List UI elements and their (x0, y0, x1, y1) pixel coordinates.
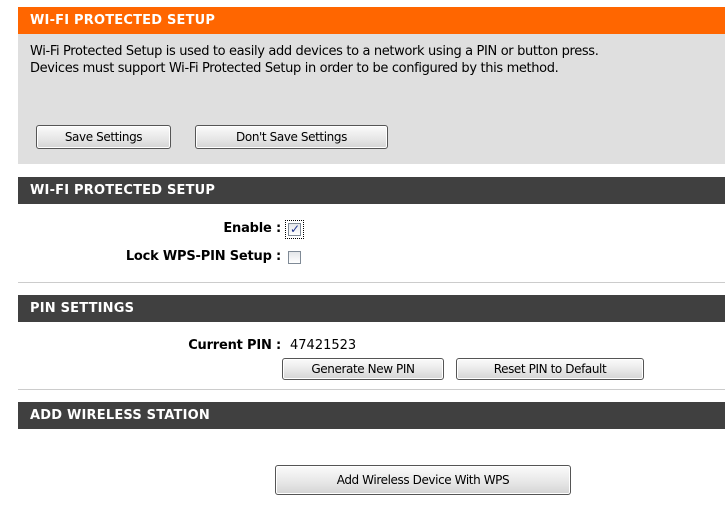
pin-settings-panel: PIN SETTINGS Current PIN : 47421523 Gene… (18, 295, 725, 390)
lock-wps-pin-checkbox[interactable] (288, 251, 301, 264)
pin-settings-header: PIN SETTINGS (18, 295, 725, 322)
intro-description: Wi-Fi Protected Setup is used to easily … (30, 43, 599, 77)
lock-wps-pin-label: Lock WPS-PIN Setup : (125, 249, 281, 264)
add-wireless-station-panel: ADD WIRELESS STATION Add Wireless Device… (18, 402, 725, 508)
current-pin-label: Current PIN : (188, 338, 281, 353)
save-settings-button[interactable]: Save Settings (36, 125, 171, 149)
wps-header: WI-FI PROTECTED SETUP (18, 177, 725, 204)
add-wireless-device-with-wps-button[interactable]: Add Wireless Device With WPS (275, 465, 571, 495)
intro-panel: WI-FI PROTECTED SETUP Wi-Fi Protected Se… (18, 7, 725, 164)
check-icon: ✓ (290, 222, 301, 236)
wps-settings-page: WI-FI PROTECTED SETUP Wi-Fi Protected Se… (0, 0, 725, 508)
dont-save-settings-button[interactable]: Don't Save Settings (195, 125, 388, 149)
wps-panel: WI-FI PROTECTED SETUP Enable : ✓ Lock WP… (18, 177, 725, 283)
enable-checkbox[interactable]: ✓ (285, 220, 304, 239)
current-pin-value: 47421523 (290, 338, 357, 353)
generate-new-pin-button[interactable]: Generate New PIN (282, 358, 444, 380)
add-wireless-station-header: ADD WIRELESS STATION (18, 402, 725, 429)
intro-description-line1: Wi-Fi Protected Setup is used to easily … (30, 44, 599, 59)
enable-label: Enable : (223, 221, 281, 236)
intro-description-line2: Devices must support Wi-Fi Protected Set… (30, 61, 559, 76)
reset-pin-to-default-button[interactable]: Reset PIN to Default (456, 358, 644, 380)
intro-header: WI-FI PROTECTED SETUP (18, 7, 725, 34)
